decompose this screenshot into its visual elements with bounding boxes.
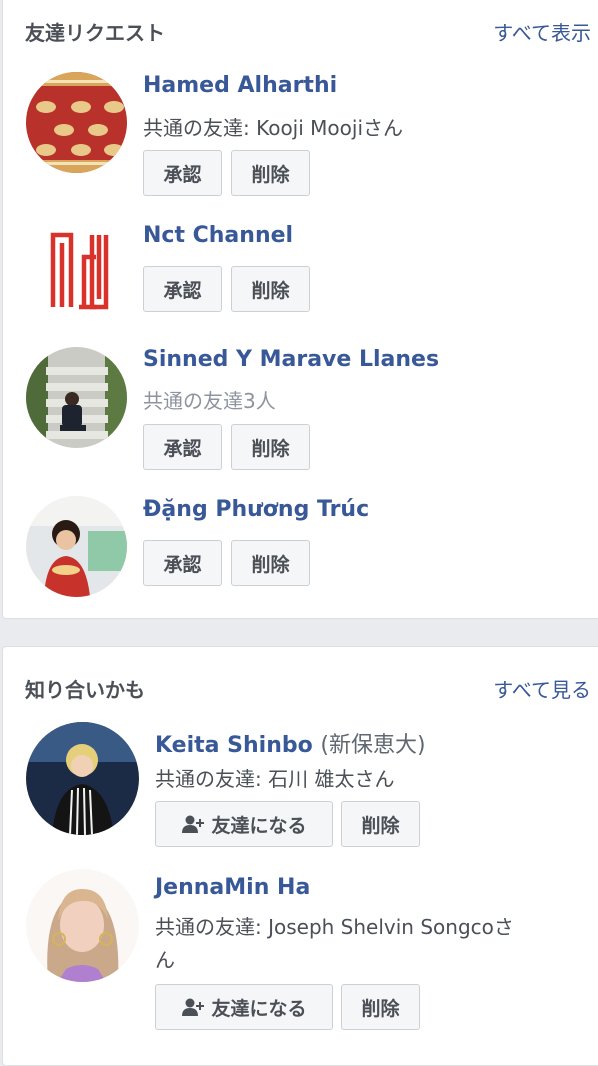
delete-button-2[interactable]: 削除 (231, 266, 310, 312)
delete-suggestion-button-1[interactable]: 削除 (341, 801, 420, 847)
request-mutual-1: 共通の友達: Kooji Moojiさん (143, 116, 403, 140)
confirm-button-2[interactable]: 承認 (143, 266, 222, 312)
see-all-suggestions-link[interactable]: すべて見る (493, 674, 591, 703)
request-name-2[interactable]: Nct Channel (143, 223, 293, 248)
suggestion-name-1: Keita Shinbo (新保恵大) (155, 727, 426, 759)
carpet-pattern-avatar[interactable] (26, 72, 127, 173)
suggestion-name-link-1[interactable]: Keita Shinbo (155, 733, 313, 758)
add-friend-label-1: 友達になる (211, 814, 307, 837)
jennamin-avatar[interactable] (26, 869, 139, 982)
add-friend-button-2[interactable]: 友達になる (155, 984, 333, 1030)
request-mutual-3: 共通の友達3人 (143, 389, 276, 413)
nct-logo-avatar[interactable] (26, 221, 127, 322)
friend-requests-title: 友達リクエスト (25, 21, 165, 45)
see-all-requests-link[interactable]: すべて表示 (493, 17, 591, 46)
suggestion-mutual-2: 共通の友達: Joseph Shelvin Songcoさ (155, 915, 514, 939)
friend-requests-card: 友達リクエスト すべて表示 Hamed Alharthi 共通の友達: Kooj… (2, 0, 598, 619)
add-friend-button-1[interactable]: 友達になる (155, 801, 333, 847)
confirm-button-3[interactable]: 承認 (143, 424, 222, 470)
people-you-may-know-card: 知り合いかも すべて見る Keita Shinbo (新保恵大) 共通の友達: … (2, 646, 598, 1066)
confirm-button-1[interactable]: 承認 (143, 150, 222, 196)
suggestion-mutual-2-wrap: ん (155, 948, 175, 972)
add-friend-icon (182, 998, 205, 1016)
request-name-3[interactable]: Sinned Y Marave Llanes (143, 347, 439, 372)
add-friend-icon (182, 815, 205, 833)
delete-suggestion-button-2[interactable]: 削除 (341, 984, 420, 1030)
add-friend-label-2: 友達になる (211, 997, 307, 1020)
request-name-1[interactable]: Hamed Alharthi (143, 73, 337, 98)
people-you-may-know-title: 知り合いかも (25, 678, 145, 702)
request-name-4[interactable]: Đặng Phương Trúc (143, 497, 369, 522)
delete-button-3[interactable]: 削除 (231, 424, 310, 470)
keita-avatar[interactable] (26, 722, 139, 835)
suggestion-name-2[interactable]: JennaMin Ha (155, 875, 310, 900)
suggestion-alt-name-1: (新保恵大) (320, 733, 426, 758)
person-eating-avatar[interactable] (26, 496, 127, 597)
suggestion-mutual-1: 共通の友達: 石川 雄太さん (155, 767, 395, 791)
delete-button-4[interactable]: 削除 (231, 540, 310, 586)
delete-button-1[interactable]: 削除 (231, 150, 310, 196)
person-on-stairs-avatar[interactable] (26, 347, 127, 448)
confirm-button-4[interactable]: 承認 (143, 540, 222, 586)
